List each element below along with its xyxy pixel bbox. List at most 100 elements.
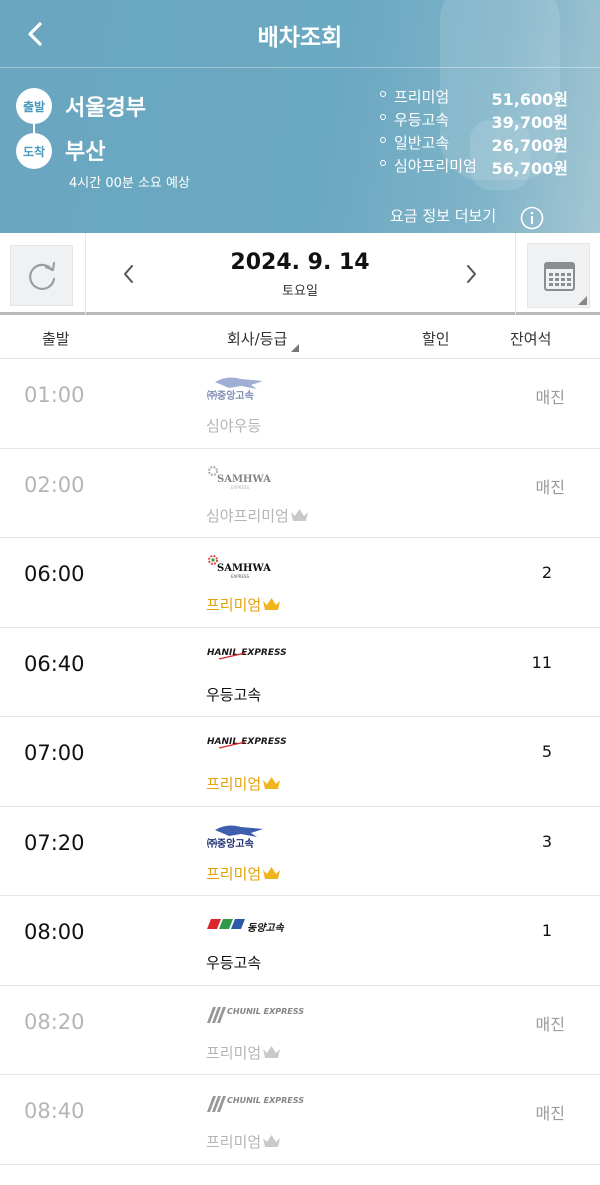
hanil-logo-icon: HANIL EXPRESS [207,737,287,749]
selected-date: 2024. 9. 14 [230,250,370,275]
departure-time: 08:40 [24,1099,85,1123]
company-logo-text: SAMHWA [217,563,271,574]
selected-weekday: 토요일 [282,284,318,299]
crown-icon [263,1045,281,1058]
departure-badge: 출발 [16,88,52,124]
fare-grade: 우등고속 [394,111,450,129]
fare-price: 51,600원 [491,90,568,109]
bus-grade: 프리미엄 [206,773,281,794]
bus-grade-text: 프리미엄 [206,596,262,614]
svg-text:EXPRESS: EXPRESS [231,574,250,579]
info-icon[interactable] [520,206,544,230]
bus-grade-text: 우등고속 [206,954,262,972]
next-date-chevron-icon[interactable] [458,261,484,287]
schedule-list: 01:00 ㈜중앙고속 심야우등 매진 02:00 SAMHWA EXPRESS… [0,359,600,1165]
table-row[interactable]: 08:20 CHUNIL EXPRESS 프리미엄 매진 [0,986,600,1075]
fare-grade: 심야프리미엄 [394,157,477,175]
fare-row: 일반고속 26,700원 [378,132,578,155]
fare-row: 프리미엄 51,600원 [378,86,578,109]
departure-time: 07:20 [24,830,85,855]
table-row[interactable]: 07:00 HANIL EXPRESS 프리미엄 5 [0,717,600,807]
dropdown-corner-icon [578,296,587,305]
crown-icon [263,777,281,789]
departure-time: 02:00 [24,472,85,497]
calendar-button[interactable] [527,243,590,308]
bus-grade: 프리미엄 [206,594,281,615]
crown-icon [263,1135,281,1147]
fare-price: 26,700원 [491,136,568,155]
table-header: 출발 회사/등급 할인 잔여석 [0,318,600,359]
departure-time: 06:00 [24,562,85,586]
jungang-logo-icon: ㈜중앙고속 [207,825,263,850]
fare-row: 우등고속 39,700원 [378,109,578,132]
route-summary: 출발 도착 서울경부 부산 4시간 00분 소요 예상 [16,86,376,196]
trip-duration: 4시간 00분 소요 예상 [69,176,190,191]
departure-terminal: 서울경부 [65,96,146,121]
fare-info-more-link[interactable]: 요금 정보 더보기 [390,205,496,226]
hanil-logo-icon: HANIL EXPRESS [207,648,287,660]
bus-grade-text: 심야우등 [206,417,262,435]
company-logo-text: HANIL EXPRESS [207,648,287,658]
dongyang-logo-icon: 동양고속 [207,919,285,934]
company-logo-text: ㈜중앙고속 [207,389,254,402]
remaining-seats: 3 [541,831,552,851]
remaining-seats: 매진 [535,1014,565,1034]
samhwa-logo-icon: SAMHWA EXPRESS [208,555,271,579]
title-bar: 배차조회 [0,0,600,68]
bus-grade-text: 프리미엄 [206,775,262,793]
bus-grade: 프리미엄 [206,1042,281,1063]
bus-grade: 프리미엄 [206,863,281,884]
fare-grade: 프리미엄 [394,88,450,106]
bus-grade-text: 프리미엄 [206,864,262,883]
table-row[interactable]: 06:40 HANIL EXPRESS 우등고속 11 [0,628,600,717]
col-departure-header: 출발 [42,330,70,348]
arrival-terminal: 부산 [65,140,106,165]
chunil-logo-icon: CHUNIL EXPRESS [207,1006,304,1023]
bus-grade-text: 심야프리미엄 [206,506,289,525]
crown-icon [290,508,308,521]
crown-icon [263,866,281,879]
remaining-seats: 2 [541,563,552,582]
page-title: 배차조회 [257,25,343,51]
col-seats-header: 잔여석 [510,330,552,348]
bus-grade: 우등고속 [206,684,261,705]
company-logo-text: CHUNIL EXPRESS [227,1007,304,1016]
crown-icon [263,598,281,610]
jungang-logo-icon: ㈜중앙고속 [207,377,263,402]
company-logo-text: ㈜중앙고속 [207,837,254,850]
route-header: 배차조회 출발 도착 서울경부 부산 4시간 00분 소요 예상 프리미엄 51… [0,0,600,233]
departure-time: 08:20 [24,1009,85,1034]
fare-price: 56,700원 [491,159,568,178]
samhwa-logo-icon: SAMHWA EXPRESS [208,465,271,490]
company-logo-text: CHUNIL EXPRESS [227,1096,304,1105]
sort-triangle-icon [291,344,300,352]
table-row[interactable]: 01:00 ㈜중앙고속 심야우등 매진 [0,359,600,449]
chunil-logo-icon: CHUNIL EXPRESS [207,1096,304,1112]
table-row[interactable]: 08:00 동양고속 우등고속 1 [0,896,600,986]
bullet-icon [380,137,386,143]
table-row[interactable]: 07:20 ㈜중앙고속 프리미엄 3 [0,807,600,896]
bus-grade-text: 프리미엄 [206,1043,262,1062]
svg-text:EXPRESS: EXPRESS [231,485,250,490]
bus-grade: 우등고속 [206,952,261,973]
departure-time: 07:00 [24,741,85,765]
table-row[interactable]: 08:40 CHUNIL EXPRESS 프리미엄 매진 [0,1075,600,1165]
date-selector: 2024. 9. 14 토요일 [0,233,600,315]
remaining-seats: 5 [541,742,552,761]
table-row[interactable]: 06:00 SAMHWA EXPRESS 프리미엄 2 [0,538,600,628]
table-row[interactable]: 02:00 SAMHWA EXPRESS 심야프리미엄 매진 [0,449,600,538]
remaining-seats: 11 [531,652,552,672]
remaining-seats: 1 [541,921,552,940]
col-company-header[interactable]: 회사/등급 [227,328,300,352]
company-logo-text: HANIL EXPRESS [207,737,287,747]
fare-price: 39,700원 [491,113,568,132]
bus-grade: 프리미엄 [206,1131,281,1152]
bullet-icon [380,91,386,97]
bus-grade-text: 프리미엄 [206,1133,262,1151]
fare-list: 프리미엄 51,600원 우등고속 39,700원 일반고속 26,700원 심… [378,86,578,178]
bullet-icon [380,160,386,166]
bus-grade: 심야우등 [206,415,261,436]
divider [515,233,516,315]
company-logo-text: SAMHWA [217,474,271,485]
departure-time: 06:40 [24,651,85,676]
